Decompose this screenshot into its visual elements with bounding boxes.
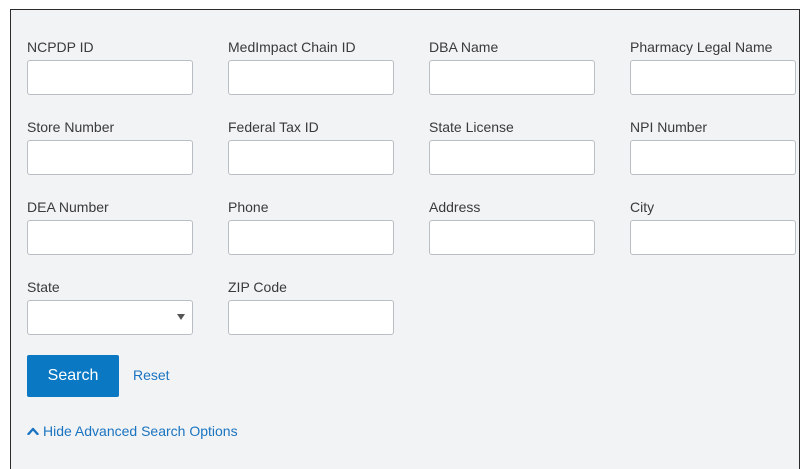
field-medimpact-chain-id: MedImpact Chain ID [228, 38, 394, 95]
federal-tax-id-input[interactable] [228, 140, 394, 175]
hide-advanced-search-toggle[interactable]: Hide Advanced Search Options [27, 423, 238, 439]
field-phone: Phone [228, 198, 394, 255]
phone-input[interactable] [228, 220, 394, 255]
npi-number-label: NPI Number [630, 119, 708, 135]
medimpact-chain-id-label: MedImpact Chain ID [228, 39, 356, 55]
field-ncpdp-id: NCPDP ID [27, 38, 193, 95]
field-address: Address [429, 198, 595, 255]
phone-label: Phone [228, 199, 269, 215]
field-pharmacy-legal-name: Pharmacy Legal Name [630, 38, 796, 95]
field-city: City [630, 198, 796, 255]
federal-tax-id-label: Federal Tax ID [228, 119, 319, 135]
store-number-input[interactable] [27, 140, 193, 175]
advanced-search-panel: NCPDP ID MedImpact Chain ID DBA Name Pha… [10, 9, 800, 469]
address-input[interactable] [429, 220, 595, 255]
pharmacy-legal-name-input[interactable] [630, 60, 796, 95]
zip-code-label: ZIP Code [228, 279, 287, 295]
field-npi-number: NPI Number [630, 118, 796, 175]
reset-link[interactable]: Reset [133, 367, 170, 383]
address-label: Address [429, 199, 481, 215]
state-license-label: State License [429, 119, 514, 135]
pharmacy-legal-name-label: Pharmacy Legal Name [630, 39, 773, 55]
field-state-license: State License [429, 118, 595, 175]
chevron-up-icon [27, 427, 39, 435]
field-store-number: Store Number [27, 118, 193, 175]
zip-code-input[interactable] [228, 300, 394, 335]
city-label: City [630, 199, 655, 215]
dba-name-label: DBA Name [429, 39, 499, 55]
state-license-input[interactable] [429, 140, 595, 175]
field-state: State [27, 278, 193, 335]
city-input[interactable] [630, 220, 796, 255]
dba-name-input[interactable] [429, 60, 595, 95]
form-actions: Search Reset [27, 355, 170, 397]
state-select[interactable] [27, 300, 193, 335]
field-zip-code: ZIP Code [228, 278, 394, 335]
npi-number-input[interactable] [630, 140, 796, 175]
field-dea-number: DEA Number [27, 198, 193, 255]
state-label: State [27, 279, 60, 295]
store-number-label: Store Number [27, 119, 115, 135]
dea-number-label: DEA Number [27, 199, 109, 215]
field-dba-name: DBA Name [429, 38, 595, 95]
hide-advanced-search-label: Hide Advanced Search Options [43, 423, 238, 439]
medimpact-chain-id-input[interactable] [228, 60, 394, 95]
dea-number-input[interactable] [27, 220, 193, 255]
ncpdp-id-input[interactable] [27, 60, 193, 95]
search-button[interactable]: Search [27, 355, 119, 397]
field-federal-tax-id: Federal Tax ID [228, 118, 394, 175]
ncpdp-id-label: NCPDP ID [27, 39, 94, 55]
state-select-wrapper [27, 300, 193, 335]
search-fields-grid: NCPDP ID MedImpact Chain ID DBA Name Pha… [27, 38, 796, 335]
